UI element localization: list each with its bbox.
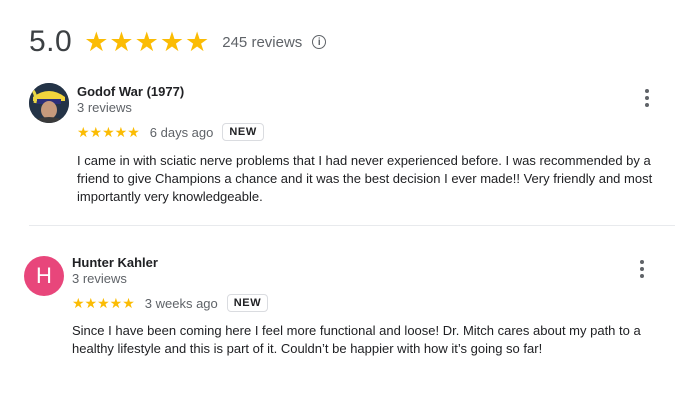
author-review-count: 3 reviews: [72, 271, 127, 286]
more-options-icon[interactable]: [632, 259, 652, 279]
review-stars: ★★★★★: [77, 124, 140, 140]
average-rating: 5.0: [29, 25, 73, 58]
review-rating-row: ★★★★★ 3 weeks ago NEW: [72, 294, 269, 312]
new-badge: NEW: [222, 123, 264, 141]
review-author[interactable]: Hunter Kahler: [72, 255, 158, 270]
new-badge: NEW: [226, 294, 269, 312]
profile-photo-icon: [29, 83, 69, 123]
review-text: Since I have been coming here I feel mor…: [72, 323, 641, 356]
avatar[interactable]: [29, 83, 69, 123]
more-options-icon[interactable]: [637, 88, 657, 108]
review-divider: [29, 225, 675, 226]
rating-summary: 5.0 ★★★★★ 245 reviews i: [29, 22, 327, 62]
review-rating-row: ★★★★★ 6 days ago NEW: [77, 123, 264, 141]
average-stars: ★★★★★: [84, 26, 211, 57]
review-date: 3 weeks ago: [144, 295, 218, 311]
review-author[interactable]: Godof War (1977): [77, 84, 184, 99]
review-stars: ★★★★★: [72, 295, 135, 311]
review-text: I came in with sciatic nerve problems th…: [77, 153, 653, 204]
review-count: 245 reviews: [222, 33, 303, 51]
review-date: 6 days ago: [149, 124, 214, 140]
author-review-count: 3 reviews: [77, 100, 132, 115]
info-icon[interactable]: i: [312, 35, 327, 49]
avatar[interactable]: H: [24, 256, 64, 296]
